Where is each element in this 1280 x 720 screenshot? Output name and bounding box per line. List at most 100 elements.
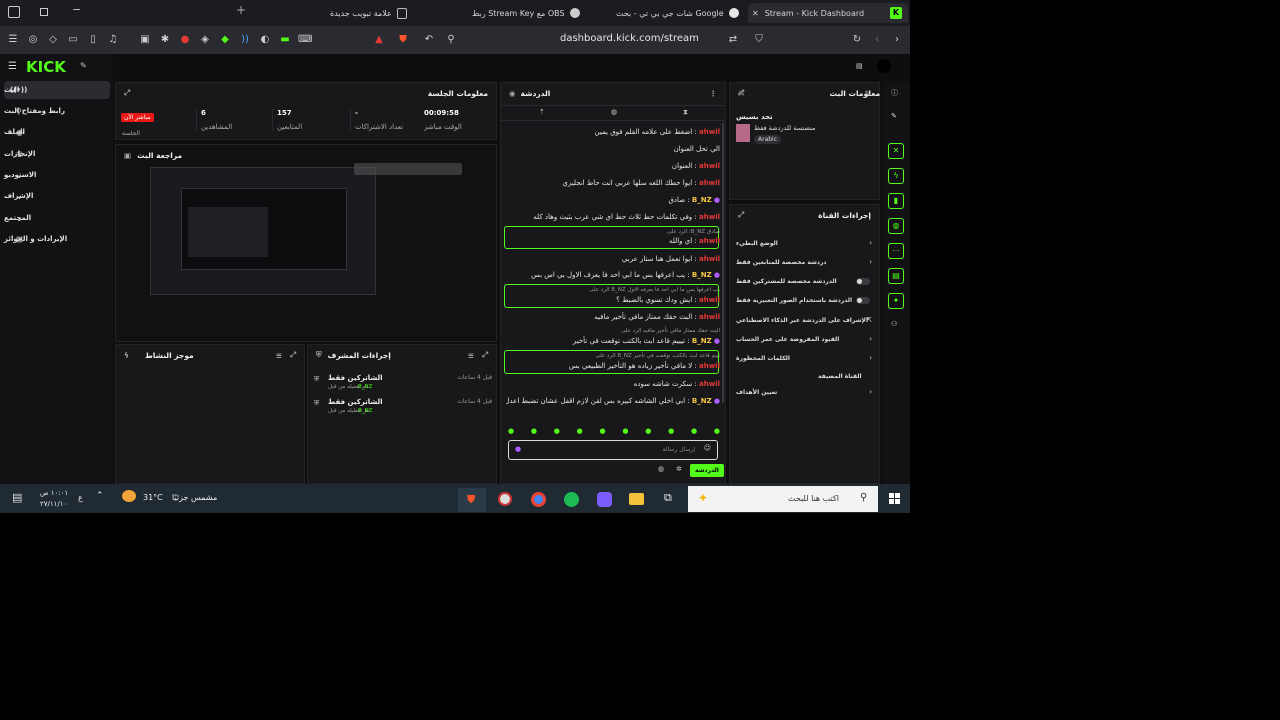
quick-action-icon[interactable]: ✕ (888, 143, 904, 159)
quick-action-icon[interactable]: ✦ (888, 293, 904, 309)
add-user-icon[interactable]: ⚇ (891, 320, 897, 328)
dark-mode-icon[interactable]: ◐ (258, 33, 272, 47)
tab-obs[interactable]: ربط Stream Key مع OBS (472, 3, 585, 23)
layout-icon[interactable]: ▤ (856, 62, 863, 70)
sidebar-icon[interactable]: ▯ (86, 33, 100, 47)
emote-icon[interactable]: ● (691, 427, 697, 437)
windows-start-icon[interactable] (889, 493, 900, 504)
back-icon[interactable]: ‹ (870, 33, 884, 47)
channel-action-row[interactable]: الدردشة باستخدام الصور التعبيرية فقط (736, 296, 874, 308)
window-icon[interactable]: ▭ (66, 33, 80, 47)
language-indicator[interactable]: ع (78, 493, 83, 502)
tab-google[interactable]: شات جي بي تي - بحث Google (616, 3, 744, 23)
channel-action-row[interactable]: › الوضع البطيء (736, 239, 874, 251)
taskbar-search[interactable]: ✦ اكتب هنا للبحث ⚲ (688, 486, 878, 512)
minimize-icon[interactable]: − (72, 3, 81, 16)
nav-item-profile[interactable]: الملف ◉ (4, 123, 110, 141)
copilot-icon[interactable] (597, 492, 612, 507)
bookmark-icon[interactable]: ⛉ (752, 33, 766, 47)
mic-icon[interactable]: ● (515, 445, 521, 453)
quick-action-icon[interactable]: ▮ (888, 193, 904, 209)
close-tab-icon[interactable]: ✕ (752, 9, 759, 18)
emote-icon[interactable]: ● (554, 427, 560, 437)
task-view-icon[interactable]: ⧉ (664, 491, 672, 505)
music-icon[interactable]: ♫ (106, 33, 120, 47)
new-tab-icon[interactable]: + (236, 3, 246, 17)
subscribers-only-toggle[interactable] (856, 278, 870, 285)
file-explorer-icon[interactable] (629, 493, 644, 505)
extension-icon[interactable]: ◇ (46, 33, 60, 47)
channel-action-row[interactable]: الدردشة مخصصة للمشتركين فقط (736, 277, 874, 289)
vpn-icon[interactable]: ◈ (198, 33, 212, 47)
chat-send-button[interactable]: الدردشة (690, 464, 724, 477)
hourglass-icon[interactable]: ⧗ (683, 108, 688, 117)
edit-icon[interactable]: ✎ (891, 112, 897, 120)
quick-action-icon[interactable]: ⋯ (888, 243, 904, 259)
emote-icon[interactable]: ● (622, 427, 628, 437)
chat-scrollbar[interactable] (722, 123, 724, 403)
quick-action-icon[interactable]: ◍ (888, 218, 904, 234)
popout-icon[interactable]: ⤢ (290, 350, 296, 360)
emote-icon[interactable]: ● (600, 427, 606, 437)
back-share-icon[interactable]: ↶ (422, 33, 436, 47)
edit-icon[interactable]: ✎ (739, 89, 745, 98)
search-icon[interactable]: ⚲ (444, 33, 458, 47)
emote-only-toggle[interactable] (856, 297, 870, 304)
menu-icon[interactable]: ☰ (6, 33, 20, 47)
emoji-icon[interactable]: ☺ (704, 444, 711, 452)
popout-icon[interactable]: ⤢ (482, 350, 488, 360)
channel-action-row[interactable]: › تعيين الأهداف (736, 388, 874, 400)
settings-icon[interactable]: ✲ (676, 465, 682, 473)
emote-icon[interactable]: ● (531, 427, 537, 437)
forward-icon[interactable]: › (890, 33, 904, 47)
chrome-icon[interactable] (531, 492, 546, 507)
emote-icon[interactable]: ● (668, 427, 674, 437)
tab-search-icon[interactable] (40, 8, 48, 16)
channel-action-row[interactable]: ⇱ الإشراف على الدردشة عبر الذكاء الاصطنا… (736, 316, 874, 328)
weather-temp[interactable]: 31°C (143, 493, 163, 502)
nav-item-stream-key[interactable]: رابط ومفتاح البث ⚲ (4, 102, 110, 120)
wave-icon[interactable]: )) (238, 33, 252, 47)
tab-kick-dashboard[interactable]: ✕ Stream - Kick Dashboard K (748, 3, 908, 23)
expand-icon[interactable]: ⤢ (124, 88, 130, 98)
info-icon[interactable]: ⓘ (891, 88, 898, 98)
notifications-icon[interactable]: ▤ (12, 491, 22, 504)
rewards-icon[interactable]: ▲ (372, 33, 386, 47)
puzzle-icon[interactable]: ✱ (158, 33, 172, 47)
chevron-up-icon[interactable]: ⌃ (96, 491, 104, 501)
channel-action-row[interactable]: › الكلمات المحظورة (736, 354, 874, 366)
stream-video[interactable] (150, 167, 376, 295)
chat-bubble-icon[interactable]: ◍ (611, 108, 617, 116)
record-icon[interactable]: ● (178, 33, 192, 47)
extension2-icon[interactable]: ◆ (218, 33, 232, 47)
brave-icon[interactable]: ⛊ (458, 488, 486, 512)
chat-input[interactable]: ● إرسال رسالة ☺ (508, 440, 718, 460)
url-bar[interactable]: dashboard.kick.com/stream (560, 33, 699, 44)
kick-logo[interactable]: KICK (26, 58, 66, 76)
pin-icon[interactable]: ✎ (80, 61, 87, 70)
pin-icon[interactable]: ⇡ (539, 108, 545, 116)
nav-item-studio[interactable]: الاستوديو ⌄ (4, 166, 110, 184)
brave-shield-icon[interactable]: ⛊ (396, 33, 410, 47)
keyboard-icon[interactable]: ⌨ (298, 33, 312, 47)
emote-icon[interactable]: ● (714, 427, 720, 437)
filter-icon[interactable]: ≡ (468, 351, 474, 360)
nav-item-moderation[interactable]: الإشراف ⌄ (4, 187, 110, 205)
nav-item-achievements[interactable]: الإنجازات ♛ (4, 145, 110, 163)
screenshot-icon[interactable]: ▣ (138, 33, 152, 47)
nav-item-stream[interactable]: البث ((•)) (4, 81, 110, 99)
channel-action-row[interactable]: › دردشة مخصصة للمتابعين فقط (736, 258, 874, 270)
tab-new[interactable]: علامة تبويب جديدة (330, 3, 412, 23)
emote-icon[interactable]: ● (645, 427, 651, 437)
more-icon[interactable]: ⋮ (710, 89, 718, 98)
clock-time[interactable]: ١٠:٠١ ص (40, 489, 68, 497)
battery-icon[interactable]: ▬ (278, 33, 292, 47)
emote-icon[interactable]: ● (508, 427, 514, 437)
spotify-icon[interactable] (564, 492, 579, 507)
nav-item-revenue[interactable]: الإيرادات و الجوائز ⊞ (4, 230, 110, 248)
filter-icon[interactable]: ≡ (276, 351, 282, 360)
emote-icon[interactable]: ● (577, 427, 583, 437)
nav-item-community[interactable]: المجتمع ⌄ (4, 209, 110, 227)
chat-users-icon[interactable]: ◍ (658, 465, 664, 473)
quick-action-icon[interactable]: ϟ (888, 168, 904, 184)
